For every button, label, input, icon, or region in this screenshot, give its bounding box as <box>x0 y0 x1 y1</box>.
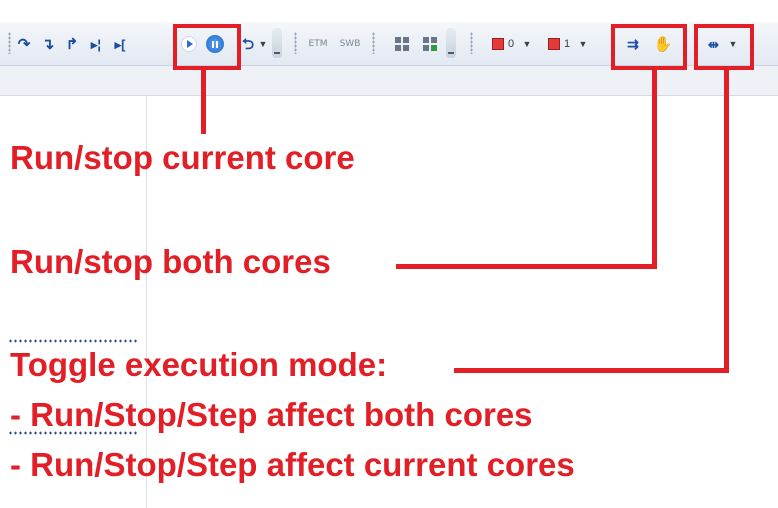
core-0-number: 0 <box>507 37 515 50</box>
highlight-run-stop-both <box>611 24 687 70</box>
etm-button[interactable]: ETM <box>304 31 332 57</box>
breakpoint-icon <box>491 38 504 50</box>
step-into-icon[interactable]: ↴ <box>38 31 58 57</box>
connector-exec-mode-vertical <box>724 70 729 372</box>
toolbar-overflow-grip[interactable] <box>446 28 456 58</box>
connector-run-stop-both-horizontal <box>396 264 657 269</box>
toolbar-grip[interactable] <box>8 32 11 54</box>
core-1-selector[interactable]: 1 <box>542 31 576 57</box>
annotation-toggle-mode: Toggle execution mode: <box>10 346 388 383</box>
highlight-exec-mode <box>694 24 754 70</box>
editor-tab-strip <box>0 66 778 96</box>
toolbar-separator <box>294 32 297 54</box>
reset-dropdown-chevron-icon[interactable]: ▼ <box>258 31 268 57</box>
step-over-icon[interactable]: ↷ <box>14 31 34 57</box>
annotation-run-stop-both: Run/stop both cores <box>10 243 331 280</box>
core-0-chevron-down-icon[interactable]: ▼ <box>522 31 532 57</box>
window-grid-icon[interactable] <box>390 31 414 57</box>
connector-exec-mode-horizontal <box>454 368 729 373</box>
toolbar-separator <box>372 32 375 54</box>
run-to-cursor-icon[interactable]: ▸¦ <box>86 31 106 57</box>
dotted-marker <box>8 338 138 344</box>
connector-run-stop-current <box>201 70 206 134</box>
breakpoint-icon <box>547 38 560 50</box>
toolbar-separator <box>470 32 473 54</box>
run-to-line-icon[interactable]: ▸[ <box>110 31 130 57</box>
highlight-run-stop-current <box>173 24 241 70</box>
swb-button-label: SWB <box>339 38 361 49</box>
toolbar-overflow-grip[interactable] <box>272 28 282 58</box>
reset-icon[interactable]: ⮌ <box>238 31 258 57</box>
annotation-mode-option-1: - Run/Stop/Step affect both cores <box>10 396 533 433</box>
core-1-chevron-down-icon[interactable]: ▼ <box>578 31 588 57</box>
etm-button-label: ETM <box>308 38 328 49</box>
annotation-run-stop-current: Run/stop current core <box>10 139 355 176</box>
swb-button[interactable]: SWB <box>336 31 364 57</box>
window-grid-add-icon[interactable] <box>418 31 442 57</box>
connector-run-stop-both-vertical <box>652 70 657 268</box>
core-0-selector[interactable]: 0 <box>486 31 520 57</box>
step-out-icon[interactable]: ↱ <box>62 31 82 57</box>
annotation-mode-option-2: - Run/Stop/Step affect current cores <box>10 446 575 483</box>
core-1-number: 1 <box>563 37 571 50</box>
